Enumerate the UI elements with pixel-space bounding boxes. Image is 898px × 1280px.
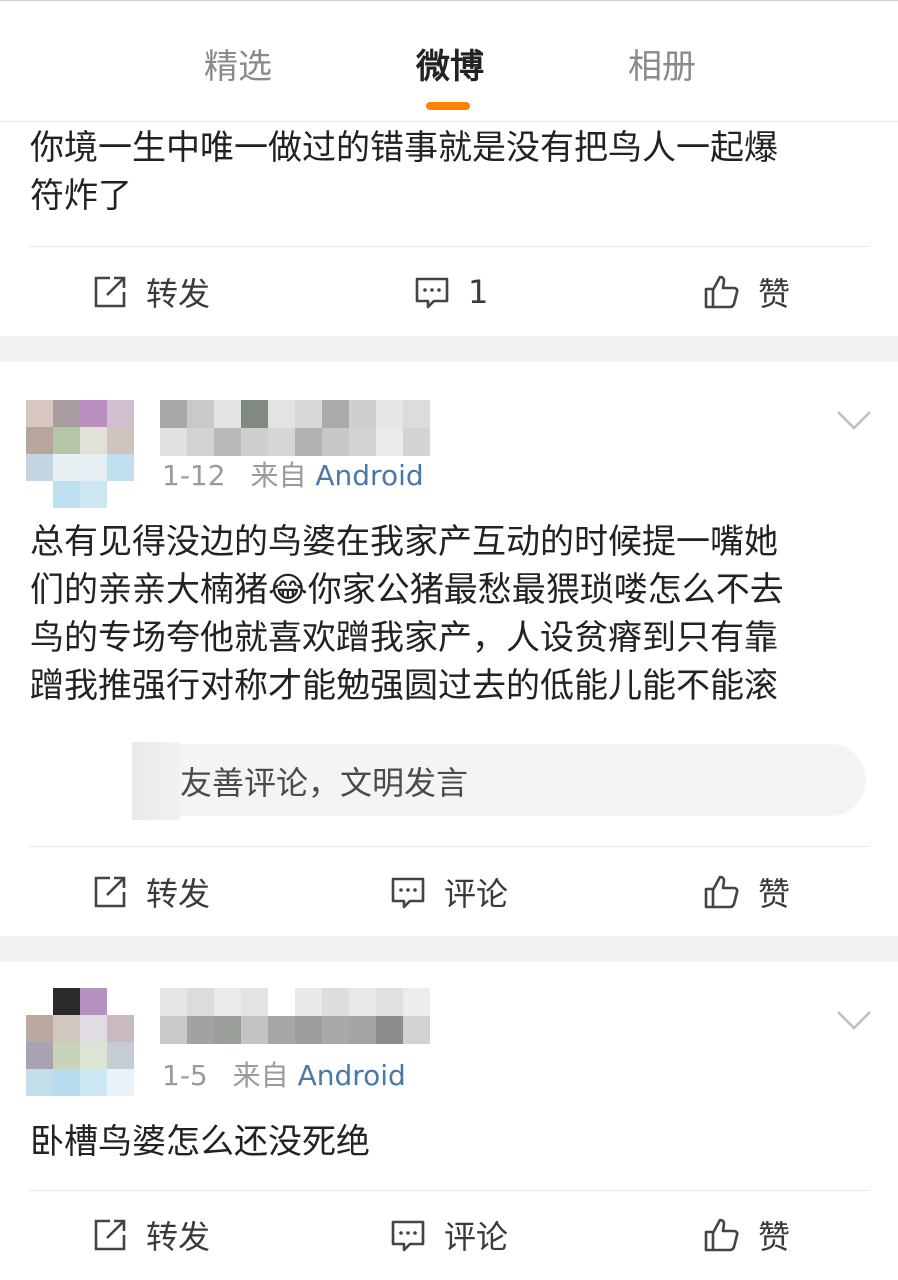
divider xyxy=(28,246,870,247)
comment-button[interactable]: 评论 xyxy=(388,867,508,917)
post-1-line: 你境一生中唯一做过的错事就是没有把鸟人一起爆 xyxy=(30,128,778,168)
top-tab-bar: 精选 微博 相册 xyxy=(0,0,898,122)
tab-weibo[interactable]: 微博 xyxy=(416,41,484,93)
share-icon xyxy=(94,876,126,908)
post-2-text: 总有见得没边的鸟婆在我家产互动的时候提一嘴她 们的亲亲大楠猪😂你家公猪最愁最猥琐… xyxy=(30,518,865,710)
share-icon xyxy=(94,1219,126,1251)
repost-label: 转发 xyxy=(146,875,211,913)
active-tab-indicator xyxy=(426,102,470,110)
divider xyxy=(28,846,870,847)
post-2-line: 蹭我推强行对称才能勉强圆过去的低能儿能不能滚 xyxy=(30,666,778,706)
post-source: Android xyxy=(297,1059,406,1092)
comment-placeholder: 友善评论，文明发言 xyxy=(180,764,469,802)
post-source: Android xyxy=(315,459,424,492)
repost-button[interactable]: 转发 xyxy=(90,1210,210,1260)
comment-input[interactable]: 友善评论，文明发言 xyxy=(136,744,866,816)
like-button[interactable]: 赞 xyxy=(702,1210,790,1260)
repost-label: 转发 xyxy=(146,1218,211,1256)
section-gap xyxy=(0,936,898,962)
comment-button[interactable]: 评论 xyxy=(388,1210,508,1260)
thumbs-up-icon xyxy=(704,875,739,909)
comment-icon xyxy=(415,277,449,309)
divider xyxy=(28,1190,870,1191)
thumbs-up-icon xyxy=(704,1218,739,1252)
avatar[interactable] xyxy=(26,400,134,508)
like-label: 赞 xyxy=(758,1218,791,1256)
username[interactable] xyxy=(160,988,430,1044)
post-1-text: 你境一生中唯一做过的错事就是没有把鸟人一起爆 符炸了 xyxy=(30,124,865,220)
like-button[interactable]: 赞 xyxy=(702,267,790,317)
post-2-line: 鸟的专场夸他就喜欢蹭我家产，人设贫瘠到只有靠 xyxy=(30,618,778,658)
repost-label: 转发 xyxy=(146,275,211,313)
comment-button[interactable]: 1 xyxy=(412,267,488,317)
avatar[interactable] xyxy=(26,988,134,1096)
like-button[interactable]: 赞 xyxy=(702,867,790,917)
tab-album[interactable]: 相册 xyxy=(628,41,696,93)
post-from: 来自 xyxy=(232,1059,289,1092)
post-date: 1-12 xyxy=(162,459,226,492)
post-meta: 1-5 来自 Android xyxy=(162,1056,406,1096)
post-1-line: 符炸了 xyxy=(30,176,132,216)
repost-button[interactable]: 转发 xyxy=(90,867,210,917)
post-2-line: 们的亲亲大楠猪😂你家公猪最愁最猥琐喽怎么不去 xyxy=(30,570,784,610)
comment-count: 1 xyxy=(468,273,489,311)
comment-icon xyxy=(391,1220,425,1252)
post-from: 来自 xyxy=(250,459,307,492)
comment-label: 评论 xyxy=(444,1218,509,1256)
repost-button[interactable]: 转发 xyxy=(90,267,210,317)
tab-featured[interactable]: 精选 xyxy=(204,41,272,93)
comment-label: 评论 xyxy=(444,875,509,913)
username[interactable] xyxy=(160,400,430,456)
section-gap xyxy=(0,336,898,362)
post-3-line: 卧槽鸟婆怎么还没死绝 xyxy=(30,1122,370,1162)
commenter-avatar xyxy=(132,742,180,820)
chevron-down-icon[interactable] xyxy=(836,1002,872,1038)
post-meta: 1-12 来自 Android xyxy=(162,456,424,496)
post-3-text: 卧槽鸟婆怎么还没死绝 xyxy=(30,1118,865,1166)
post-2-line: 总有见得没边的鸟婆在我家产互动的时候提一嘴她 xyxy=(30,522,778,562)
comment-icon xyxy=(391,877,425,909)
share-icon xyxy=(94,276,126,308)
chevron-down-icon[interactable] xyxy=(836,402,872,438)
like-label: 赞 xyxy=(758,875,791,913)
like-label: 赞 xyxy=(758,275,791,313)
thumbs-up-icon xyxy=(704,275,739,309)
post-date: 1-5 xyxy=(162,1059,208,1092)
